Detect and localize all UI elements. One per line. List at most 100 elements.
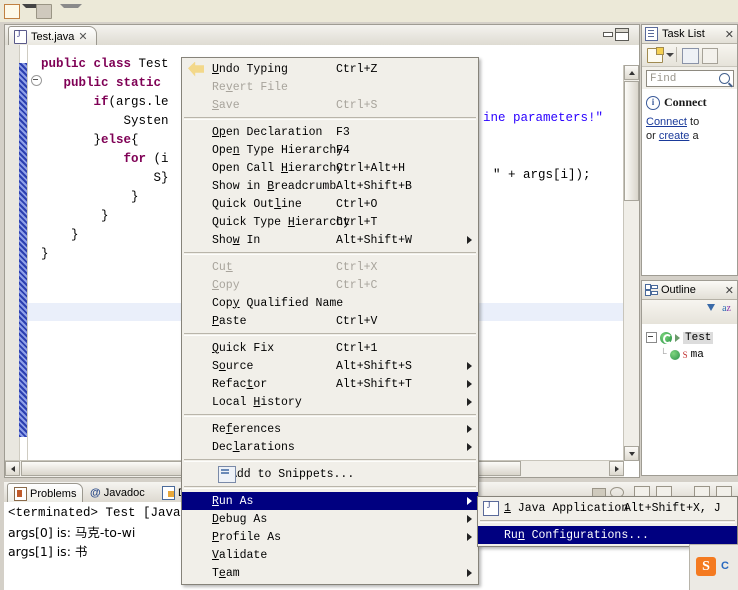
outline-icon (645, 284, 658, 296)
menu-separator (184, 459, 476, 462)
task-list-panel: Task List ✕ Find i Connect Connect to or… (641, 24, 738, 276)
javadoc-icon: @ (90, 486, 101, 499)
outline-method-label: ma (690, 348, 704, 361)
menu-item-label: Show In (212, 233, 261, 247)
menu-item-shortcut: Ctrl+T (336, 215, 378, 229)
menu-item-copy-qualified-name[interactable]: Copy Qualified Name (182, 294, 478, 312)
menu-item-label: Quick Fix (212, 341, 275, 355)
editor-context-menu[interactable]: Undo Typing Ctrl+Z Revert File Save Ctrl+S Op… (181, 57, 479, 585)
menu-item-open-type-hierarchy[interactable]: Open Type Hierarchy F4 (182, 141, 478, 159)
filter-icon[interactable] (702, 48, 718, 64)
menu-item-open-declaration[interactable]: Open Declaration F3 (182, 123, 478, 141)
menu-item-run-configurations[interactable]: Run Configurations... (478, 526, 737, 544)
scroll-right-button[interactable] (609, 461, 624, 476)
menu-item-label: Copy Qualified Name (212, 296, 344, 310)
menu-item-profile-as[interactable]: Profile As (182, 528, 478, 546)
connect-link[interactable]: Connect (646, 116, 687, 128)
menu-item-shortcut: Ctrl+1 (336, 341, 378, 355)
editor-vertical-scrollbar[interactable] (623, 65, 639, 461)
menu-item-paste[interactable]: Paste Ctrl+V (182, 312, 478, 330)
close-icon[interactable]: ✕ (78, 30, 87, 43)
close-icon[interactable]: ✕ (725, 284, 734, 297)
new-task-icon[interactable] (647, 47, 664, 63)
menu-item-quick-type-hierarchy[interactable]: Quick Type Hierarchy Ctrl+T (182, 213, 478, 231)
outline-tree[interactable]: Test └ S ma (642, 324, 737, 475)
menu-item-quick-outline[interactable]: Quick Outline Ctrl+O (182, 195, 478, 213)
menu-item-label: Paste (212, 314, 247, 328)
menu-item-validate[interactable]: Validate (182, 546, 478, 564)
menu-item-add-to-snippets[interactable]: Add to Snippets... (182, 465, 478, 483)
menu-item-label: Copy (212, 278, 240, 292)
menu-item-declarations[interactable]: Declarations (182, 438, 478, 456)
menu-separator (184, 486, 476, 489)
outline-panel: Outline ✕ az Test └ S ma (641, 280, 738, 476)
menu-item-team[interactable]: Team (182, 564, 478, 582)
menu-item-refactor[interactable]: Refactor Alt+Shift+T (182, 375, 478, 393)
editor-tab-test-java[interactable]: Test.java ✕ (8, 26, 97, 46)
sort-arrow-icon[interactable] (707, 304, 715, 311)
scroll-left-button[interactable] (5, 461, 20, 476)
editor-gutter[interactable] (5, 45, 20, 477)
java-file-icon (14, 29, 27, 44)
dropdown-caret-icon[interactable] (666, 53, 674, 57)
toolbar-separator (676, 47, 677, 62)
editor-vscroll-thumb[interactable] (624, 81, 639, 201)
minimize-icon[interactable] (602, 29, 613, 38)
tab-javadoc[interactable]: @ Javadoc (84, 483, 151, 502)
menu-item-debug-as[interactable]: Debug As (182, 510, 478, 528)
connect-message: i Connect Connect to or create a (642, 89, 737, 149)
main-toolbar (0, 0, 738, 22)
scroll-up-button[interactable] (624, 65, 639, 80)
menu-item-quick-fix[interactable]: Quick Fix Ctrl+1 (182, 339, 478, 357)
submenu-arrow-icon (467, 515, 472, 523)
menu-item-show-in-breadcrumb[interactable]: Show in Breadcrumb Alt+Shift+B (182, 177, 478, 195)
menu-item-shortcut: Ctrl+O (336, 197, 378, 211)
connect-heading: Connect (664, 95, 707, 109)
menu-item-references[interactable]: References (182, 420, 478, 438)
menu-item-1-java-application[interactable]: 1 Java ApplicationAlt+Shift+X, J (478, 499, 737, 517)
outline-node-method[interactable]: └ S ma (642, 346, 737, 363)
code-fragment-2: " + args[i]); (493, 168, 591, 182)
categorize-icon[interactable] (682, 48, 699, 64)
submenu-arrow-icon (467, 362, 472, 370)
create-link[interactable]: create (659, 130, 690, 142)
undo-icon (188, 61, 204, 77)
menu-item-shortcut: Ctrl+V (336, 314, 378, 328)
menu-item-source[interactable]: Source Alt+Shift+S (182, 357, 478, 375)
problems-icon (14, 486, 27, 501)
menu-item-label: Open Declaration (212, 125, 323, 139)
outline-title: Outline (661, 284, 696, 296)
scroll-down-button[interactable] (624, 446, 639, 461)
maximize-icon[interactable] (615, 28, 629, 41)
task-list-title-bar: Task List ✕ (642, 25, 737, 44)
menu-item-local-history[interactable]: Local History (182, 393, 478, 411)
tab-problems[interactable]: Problems (7, 483, 84, 503)
search-icon[interactable] (719, 73, 730, 84)
forward-arrow-icon[interactable] (36, 4, 52, 19)
dropdown-caret-icon-2[interactable] (60, 4, 82, 21)
tab-javadoc-label: Javadoc (103, 486, 145, 499)
collapse-icon[interactable] (646, 332, 657, 343)
menu-item-undo-typing[interactable]: Undo Typing Ctrl+Z (182, 60, 478, 78)
menu-separator (184, 252, 476, 255)
static-badge: S (682, 349, 688, 360)
run-as-submenu[interactable]: 1 Java ApplicationAlt+Shift+X, J Run Conf… (477, 496, 738, 547)
outline-node-class[interactable]: Test (642, 329, 737, 346)
menu-item-show-in[interactable]: Show In Alt+Shift+W (182, 231, 478, 249)
outline-title-bar: Outline ✕ (642, 281, 737, 300)
menu-item-run-as[interactable]: Run As (182, 492, 478, 510)
sort-az-icon[interactable]: az (722, 303, 731, 314)
tree-guide: └ (660, 348, 667, 361)
close-icon[interactable]: ✕ (725, 28, 734, 41)
menu-item-label: Profile As (212, 530, 282, 544)
connect-text-2: or (646, 130, 659, 142)
new-document-icon[interactable] (4, 4, 20, 19)
ime-indicator[interactable]: S C (689, 544, 738, 590)
task-list-find-input[interactable]: Find (646, 70, 734, 87)
menu-item-label: Declarations (212, 440, 295, 454)
task-list-body[interactable]: i Connect Connect to or create a (642, 89, 737, 275)
declaration-icon (162, 485, 175, 500)
menu-item-shortcut: Ctrl+Alt+H (336, 161, 406, 175)
menu-item-open-call-hierarchy[interactable]: Open Call Hierarchy Ctrl+Alt+H (182, 159, 478, 177)
gutter-separator (27, 45, 28, 477)
